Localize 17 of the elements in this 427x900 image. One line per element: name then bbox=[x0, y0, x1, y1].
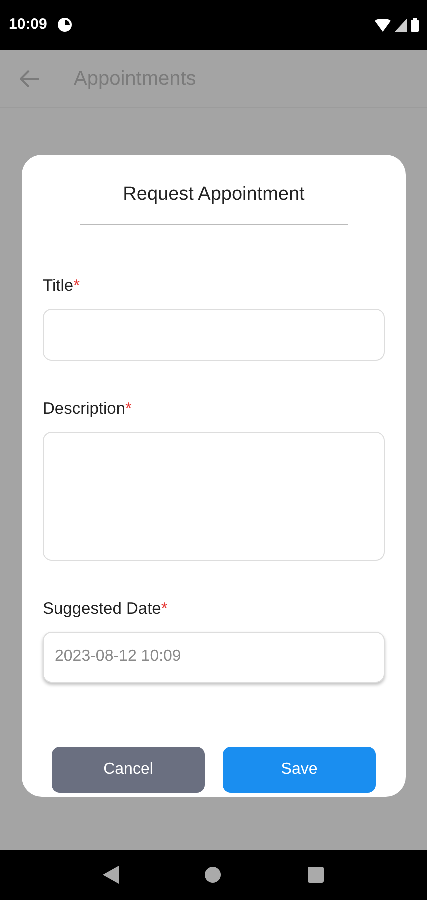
date-field[interactable]: 2023-08-12 10:09 bbox=[43, 632, 385, 682]
sync-icon bbox=[57, 17, 74, 33]
recents-icon[interactable] bbox=[308, 867, 324, 883]
wifi-icon bbox=[375, 18, 391, 32]
field-label: Description* bbox=[43, 398, 132, 420]
signal-icon bbox=[395, 18, 407, 32]
save-button[interactable]: Save bbox=[223, 746, 376, 792]
cancel-button[interactable]: Cancel bbox=[52, 746, 205, 792]
dialog-title: Request Appointment bbox=[80, 181, 348, 224]
description-field[interactable] bbox=[43, 432, 385, 560]
back-icon[interactable] bbox=[103, 866, 120, 884]
field-label: Suggested Date* bbox=[43, 598, 168, 620]
title-field[interactable] bbox=[43, 308, 385, 360]
field-label: Title* bbox=[43, 276, 80, 296]
status-time: 10:09 bbox=[9, 14, 48, 35]
home-icon[interactable] bbox=[205, 867, 222, 883]
battery-icon bbox=[411, 18, 419, 32]
